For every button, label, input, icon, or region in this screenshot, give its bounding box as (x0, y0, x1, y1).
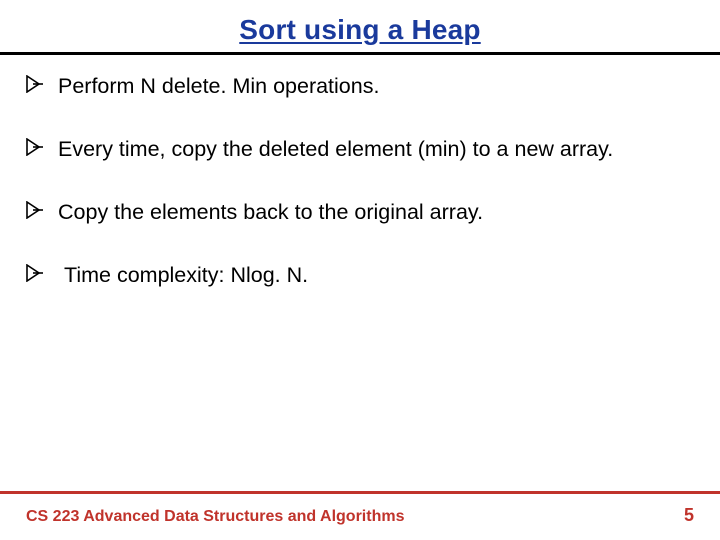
footer-rule (0, 491, 720, 494)
arrow-bullet-icon (26, 201, 44, 219)
arrow-bullet-icon (26, 75, 44, 93)
list-item: Copy the elements back to the original a… (26, 199, 694, 226)
list-item: Every time, copy the deleted element (mi… (26, 136, 694, 163)
arrow-bullet-icon (26, 264, 44, 282)
bullet-text: Time complexity: Nlog. N. (58, 262, 694, 289)
content-area: Perform N delete. Min operations. Every … (0, 55, 720, 289)
bullet-text: Every time, copy the deleted element (mi… (58, 136, 694, 163)
slide-title: Sort using a Heap (239, 14, 480, 46)
bullet-text: Perform N delete. Min operations. (58, 73, 694, 100)
bullet-text: Copy the elements back to the original a… (58, 199, 694, 226)
arrow-bullet-icon (26, 138, 44, 156)
footer-page-number: 5 (684, 505, 694, 526)
footer: CS 223 Advanced Data Structures and Algo… (26, 505, 694, 526)
title-wrap: Sort using a Heap (0, 0, 720, 46)
list-item: Time complexity: Nlog. N. (26, 262, 694, 289)
list-item: Perform N delete. Min operations. (26, 73, 694, 100)
slide: Sort using a Heap Perform N delete. Min … (0, 0, 720, 540)
footer-course: CS 223 Advanced Data Structures and Algo… (26, 508, 404, 526)
